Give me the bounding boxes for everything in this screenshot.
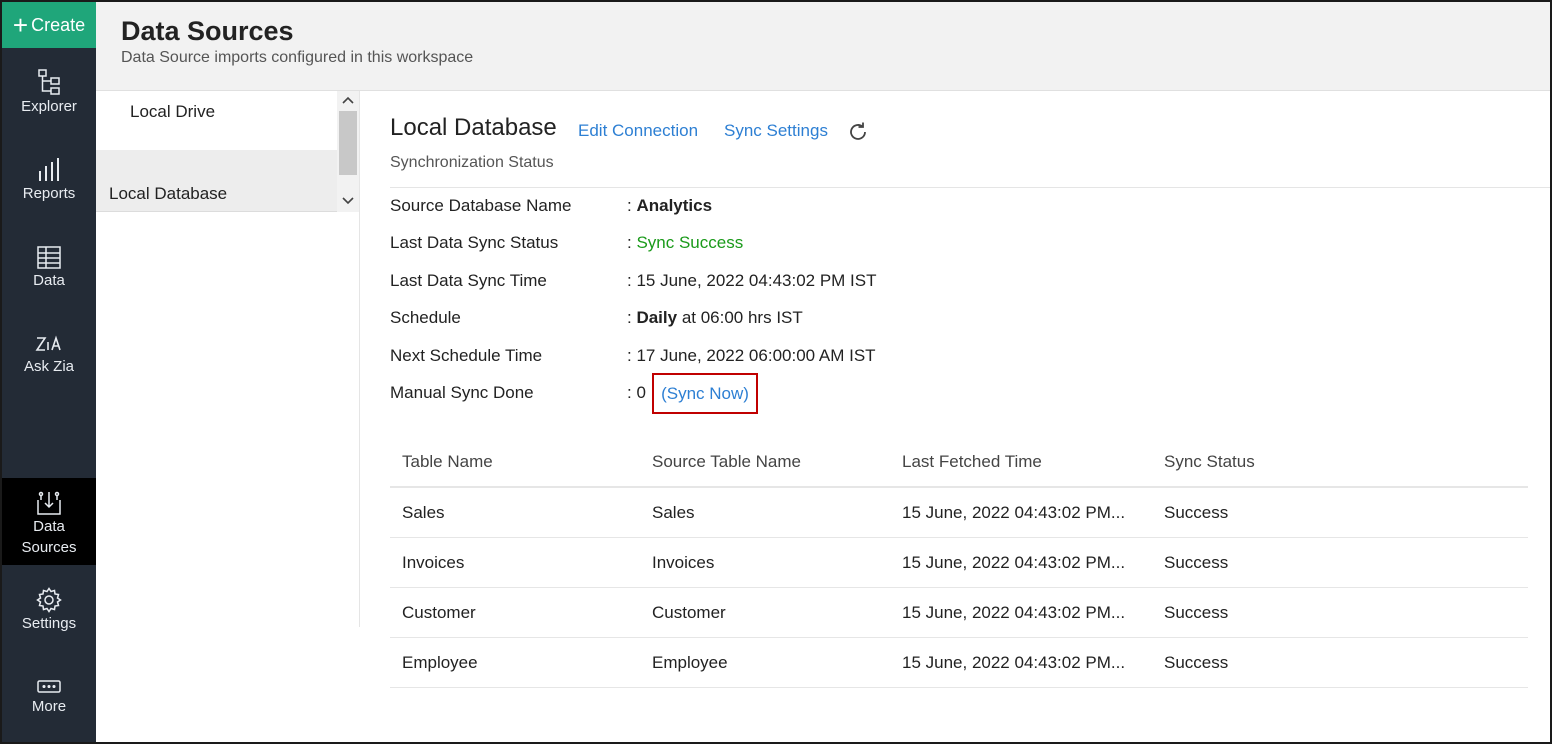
- info-key: Last Data Sync Status: [390, 233, 559, 252]
- info-value: : Analytics: [627, 196, 712, 216]
- schedule-frequency: Daily: [636, 308, 678, 327]
- nav-item-label: More: [31, 698, 67, 715]
- cell-table-name: Employee: [402, 652, 478, 672]
- data-icon: [37, 246, 61, 269]
- nav-item-label: Explorer: [21, 98, 77, 115]
- cell-table-name: Sales: [402, 502, 445, 522]
- cell-source-table-name: Employee: [652, 652, 728, 672]
- more-icon: [37, 680, 61, 693]
- info-key: Manual Sync Done: [390, 383, 534, 402]
- table-row[interactable]: Sales Sales 15 June, 2022 04:43:02 PM...…: [390, 488, 1528, 538]
- info-value: : 0: [627, 383, 646, 402]
- info-value: : 15 June, 2022 04:43:02 PM IST: [627, 271, 877, 290]
- sync-table: Table Name Source Table Name Last Fetche…: [390, 438, 1528, 688]
- cell-last-fetched-time: 15 June, 2022 04:43:02 PM...: [902, 502, 1126, 522]
- sync-status-heading: Synchronization Status: [390, 154, 554, 171]
- create-label: Create: [31, 14, 86, 35]
- nav-item-label: Settings: [21, 615, 77, 632]
- nav-item-label: Data: [33, 272, 65, 289]
- nav-item-more[interactable]: More: [2, 678, 96, 718]
- app-frame: + Create Explorer Reports Data Ask Zia D…: [0, 0, 1552, 744]
- cell-table-name: Invoices: [402, 552, 465, 572]
- main-panel: Local Database Edit Connection Sync Sett…: [360, 91, 1550, 742]
- cell-sync-status: Success: [1164, 652, 1229, 672]
- cell-last-fetched-time: 15 June, 2022 04:43:02 PM...: [902, 652, 1126, 672]
- table-row[interactable]: Invoices Invoices 15 June, 2022 04:43:02…: [390, 538, 1528, 588]
- nav-item-label-line1: Data: [33, 518, 65, 535]
- cell-sync-status: Success: [1164, 552, 1229, 572]
- table-row[interactable]: Employee Employee 15 June, 2022 04:43:02…: [390, 638, 1528, 688]
- header-sync-status[interactable]: Sync Status: [1164, 438, 1255, 486]
- chevron-up-icon: [342, 96, 354, 104]
- create-button[interactable]: + Create: [2, 2, 96, 48]
- nav-item-data-sources[interactable]: Data Sources: [2, 478, 96, 565]
- explorer-icon: [38, 69, 60, 95]
- refresh-button[interactable]: [846, 120, 870, 144]
- info-key: Next Schedule Time: [390, 346, 543, 365]
- cell-table-name: Customer: [402, 602, 476, 622]
- sync-now-link[interactable]: (Sync Now): [652, 373, 758, 414]
- divider: [390, 187, 1550, 188]
- chevron-down-icon: [342, 197, 354, 205]
- source-item-local-database[interactable]: Local Database: [96, 150, 337, 212]
- info-key: Last Data Sync Time: [390, 271, 547, 290]
- database-title: Local Database: [390, 114, 557, 141]
- source-db-value: Analytics: [636, 196, 713, 215]
- nav-item-label-line2: Sources: [21, 539, 77, 556]
- refresh-icon: [850, 122, 866, 140]
- nav-item-ask-zia[interactable]: Ask Zia: [2, 334, 96, 378]
- nav-item-data[interactable]: Data: [2, 246, 96, 292]
- sync-settings-link[interactable]: Sync Settings: [724, 121, 828, 141]
- nav-item-label: Reports: [22, 185, 76, 202]
- info-value: : Sync Success: [627, 233, 743, 253]
- zia-icon: [35, 335, 61, 351]
- cell-last-fetched-time: 15 June, 2022 04:43:02 PM...: [902, 552, 1126, 572]
- page-header: Data Sources Data Source imports configu…: [96, 2, 1550, 91]
- nav-item-reports[interactable]: Reports: [2, 157, 96, 205]
- left-nav: + Create Explorer Reports Data Ask Zia D…: [2, 2, 96, 742]
- cell-sync-status: Success: [1164, 602, 1229, 622]
- info-key: Source Database Name: [390, 196, 572, 215]
- scrollbar-thumb[interactable]: [339, 111, 357, 175]
- cell-source-table-name: Customer: [652, 602, 726, 622]
- info-value: : Daily at 06:00 hrs IST: [627, 308, 803, 328]
- nav-item-explorer[interactable]: Explorer: [2, 68, 96, 118]
- source-list: Local Drive Local Database: [96, 91, 360, 627]
- cell-source-table-name: Invoices: [652, 552, 715, 572]
- cell-source-table-name: Sales: [652, 502, 695, 522]
- edit-connection-link[interactable]: Edit Connection: [578, 121, 698, 141]
- sync-status-value: Sync Success: [636, 233, 744, 252]
- page-subtitle: Data Source imports configured in this w…: [121, 49, 474, 66]
- table-row[interactable]: Customer Customer 15 June, 2022 04:43:02…: [390, 588, 1528, 638]
- info-value: : 17 June, 2022 06:00:00 AM IST: [627, 346, 876, 365]
- header-last-fetched-time[interactable]: Last Fetched Time: [902, 438, 1042, 486]
- source-list-scrollbar[interactable]: [337, 91, 359, 212]
- header-source-table-name[interactable]: Source Table Name: [652, 438, 801, 486]
- info-key: Schedule: [390, 308, 461, 327]
- plus-icon: +: [12, 10, 29, 40]
- cell-last-fetched-time: 15 June, 2022 04:43:02 PM...: [902, 602, 1126, 622]
- source-item-local-drive[interactable]: Local Drive: [96, 91, 337, 150]
- gear-icon: [36, 587, 62, 613]
- table-header-row: Table Name Source Table Name Last Fetche…: [390, 438, 1528, 488]
- data-sources-icon: [37, 491, 61, 515]
- schedule-time: at 06:00 hrs IST: [677, 308, 803, 327]
- nav-item-settings[interactable]: Settings: [2, 587, 96, 635]
- nav-item-label: Ask Zia: [23, 358, 74, 375]
- scroll-up-button[interactable]: [337, 91, 359, 109]
- cell-sync-status: Success: [1164, 502, 1229, 522]
- reports-icon: [39, 158, 59, 181]
- page-title: Data Sources: [121, 16, 294, 46]
- scroll-down-button[interactable]: [337, 191, 359, 211]
- header-table-name[interactable]: Table Name: [402, 438, 493, 486]
